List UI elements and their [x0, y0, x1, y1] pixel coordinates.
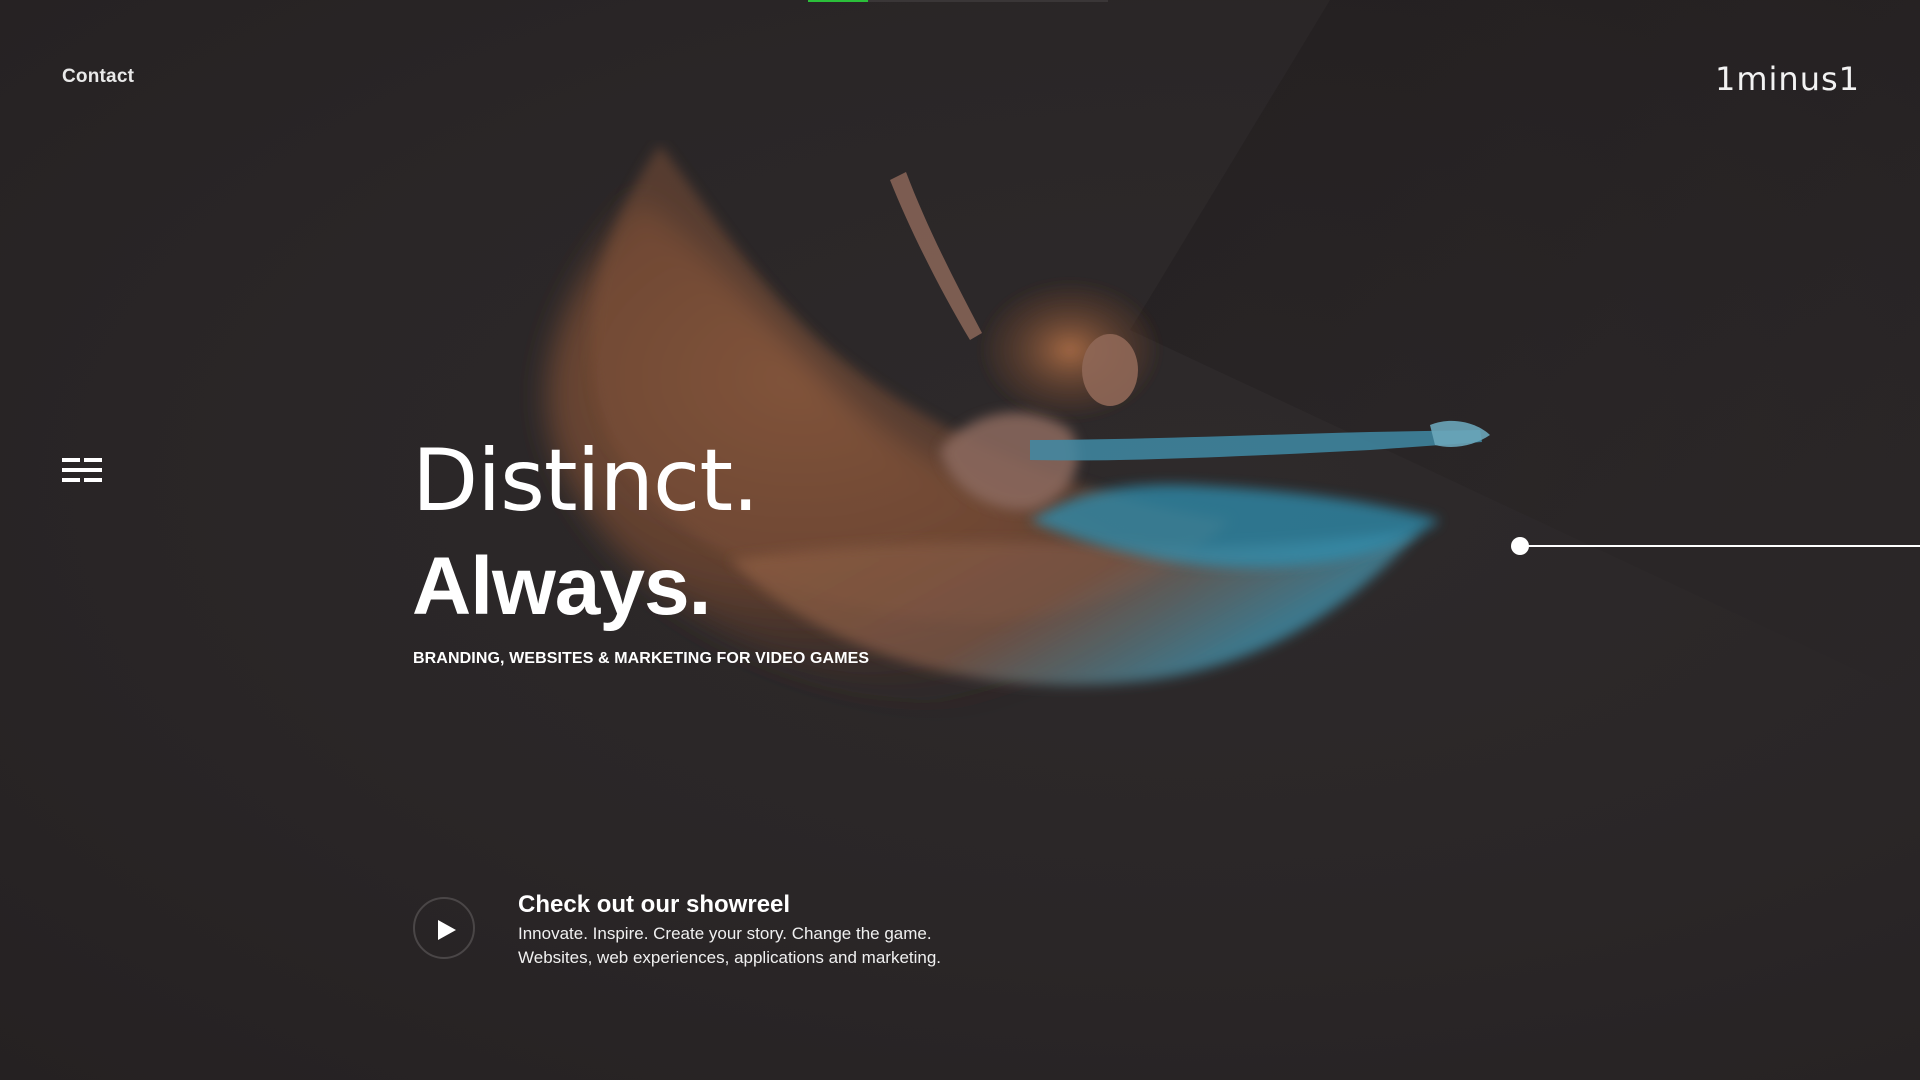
headline-distinct: Distinct. [412, 431, 759, 531]
showreel-play-button[interactable] [413, 897, 475, 959]
menu-button[interactable] [62, 458, 104, 488]
showreel-description-line-2: Websites, web experiences, applications … [518, 948, 942, 967]
play-icon [438, 920, 456, 940]
slide-progress-bar [808, 0, 1108, 2]
slide-progress-fill [808, 0, 868, 2]
hero-tagline: BRANDING, WEBSITES & MARKETING FOR VIDEO… [413, 650, 870, 667]
showreel-title[interactable]: Check out our showreel [518, 891, 790, 919]
brand-logo[interactable]: 1minus1 [1715, 60, 1860, 98]
slider-indicator-dot[interactable] [1511, 537, 1529, 555]
contact-link[interactable]: Contact [62, 66, 134, 88]
showreel-description-line-1: Innovate. Inspire. Create your story. Ch… [518, 924, 932, 943]
hero-page: Contact 1minus1 Distinct. Always. BRANDI… [0, 0, 1920, 1080]
headline-always: Always. [412, 541, 711, 632]
slider-indicator-line [1528, 545, 1920, 547]
